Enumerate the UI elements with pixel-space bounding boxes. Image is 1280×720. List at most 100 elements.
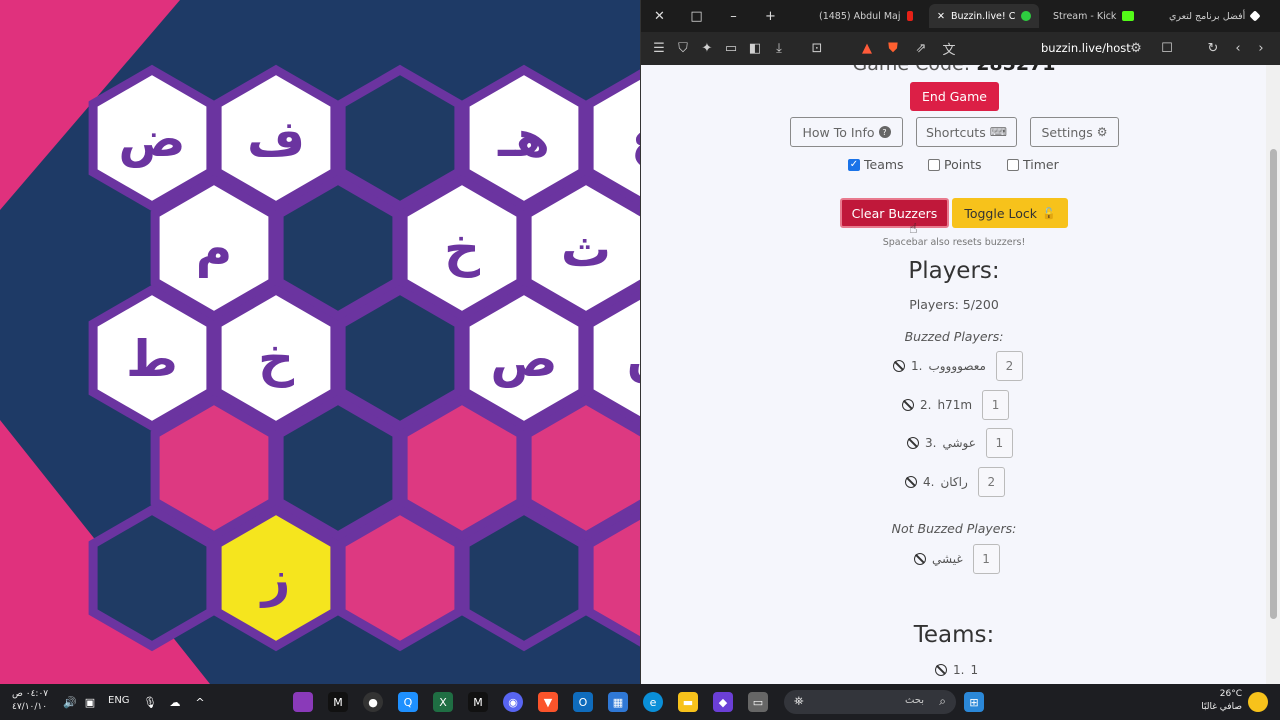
wallet-icon[interactable]: ▭ xyxy=(723,40,739,56)
onedrive-icon[interactable]: ☁ xyxy=(165,692,185,712)
network-icon[interactable]: ▣ xyxy=(80,692,100,712)
ban-icon[interactable] xyxy=(935,664,947,676)
toggle-lock-button[interactable]: Toggle Lock 🔓 xyxy=(952,198,1068,228)
ban-icon[interactable] xyxy=(905,476,917,488)
hex-cell[interactable] xyxy=(336,64,464,212)
screenshot-icon[interactable]: ⊡ xyxy=(809,40,825,56)
question-icon: ? xyxy=(878,126,891,138)
file-explorer-icon[interactable]: ▬ xyxy=(678,692,698,712)
maximize-icon[interactable]: □ xyxy=(678,0,715,32)
microphone-icon[interactable]: 🎙 xyxy=(140,692,160,712)
menu-icon[interactable]: ☰ xyxy=(651,40,667,56)
app-icon-14[interactable]: ▭ xyxy=(748,692,768,712)
volume-icon[interactable]: 🔊 xyxy=(60,692,80,712)
brave-shield-icon[interactable]: ⛊ xyxy=(885,40,901,56)
timer-option[interactable]: Timer xyxy=(1007,157,1059,172)
m365-icon[interactable]: ◆ xyxy=(713,692,733,712)
extensions-icon[interactable]: ✦ xyxy=(699,40,715,56)
discord-icon[interactable]: ◉ xyxy=(503,692,523,712)
tab-buzzin[interactable]: ✕ Buzzin.live! C xyxy=(929,4,1039,28)
site-settings-icon[interactable]: ⚙ xyxy=(1128,40,1144,56)
back-icon[interactable]: ‹ xyxy=(1230,40,1246,56)
kick-icon xyxy=(1122,11,1135,21)
hex-cell[interactable] xyxy=(398,394,526,542)
address-bar[interactable]: buzzin.live/host xyxy=(1041,41,1131,55)
player-team-box[interactable]: 2 xyxy=(977,467,1005,497)
clock[interactable]: ٠٤:٠٧ ص ٤٧/١٠/١٠ xyxy=(12,688,48,714)
end-game-button[interactable]: End Game xyxy=(910,82,999,111)
hex-cell[interactable] xyxy=(336,504,464,652)
translate-icon[interactable]: 文 xyxy=(941,40,957,58)
hex-cell[interactable] xyxy=(88,504,216,652)
player-team-box[interactable]: 1 xyxy=(985,428,1013,458)
tab-arabic[interactable]: أفضل برنامج لتعري xyxy=(1161,4,1273,28)
share-icon[interactable]: ⇗ xyxy=(913,40,929,56)
ban-icon[interactable] xyxy=(902,399,914,411)
game-board: ضفهـعمخثطخصنز xyxy=(0,0,640,684)
hex-cell[interactable] xyxy=(274,394,402,542)
clear-buzzers-button[interactable]: Clear Buzzers xyxy=(840,198,949,228)
close-tab-icon[interactable]: ✕ xyxy=(937,11,945,22)
settings-button[interactable]: Settings ⚙ xyxy=(1030,117,1119,147)
ban-icon[interactable] xyxy=(893,360,905,372)
lighthouse-icon: ⛯ xyxy=(794,694,804,708)
weather-temp: 26°C xyxy=(1219,689,1242,699)
shortcuts-button[interactable]: Shortcuts ⌨ xyxy=(916,117,1017,147)
unlock-icon: 🔓 xyxy=(1041,206,1056,220)
player-team-box[interactable]: 1 xyxy=(982,390,1010,420)
teams-option[interactable]: ✓ Teams xyxy=(848,157,904,172)
obs-icon[interactable]: ● xyxy=(363,692,383,712)
hex-cell[interactable] xyxy=(274,174,402,322)
brave-icon[interactable]: ▼ xyxy=(538,692,558,712)
player-team-box[interactable]: 1 xyxy=(972,544,1000,574)
ban-icon[interactable] xyxy=(907,437,919,449)
points-option[interactable]: Points xyxy=(928,157,982,172)
sidebar-icon[interactable]: ◧ xyxy=(747,40,763,56)
how-to-info-button[interactable]: How To Info ? xyxy=(790,117,903,147)
scroll-thumb[interactable] xyxy=(1270,149,1277,619)
tab-label: أفضل برنامج لتعري xyxy=(1169,10,1246,22)
player-team-box[interactable]: 2 xyxy=(995,351,1023,381)
close-window-icon[interactable]: ✕ xyxy=(641,0,678,32)
tab-kick[interactable]: Stream - Kick xyxy=(1045,4,1155,28)
taskbar-search[interactable]: ⛯ بحث ⌕ xyxy=(784,690,956,714)
new-tab-icon[interactable]: + xyxy=(752,0,789,32)
search-icon: ⌕ xyxy=(939,694,946,708)
app-icon-1[interactable] xyxy=(293,692,313,712)
excel-icon[interactable]: X xyxy=(433,692,453,712)
app-icon-2[interactable]: M xyxy=(328,692,348,712)
not-buzzed-players-title: Not Buzzed Players: xyxy=(891,521,1017,536)
hex-cell[interactable] xyxy=(460,504,588,652)
hex-cell[interactable] xyxy=(150,394,278,542)
forward-icon[interactable]: › xyxy=(1253,40,1269,56)
teams-label: Teams xyxy=(864,157,904,172)
team-row: 1. 1 xyxy=(935,655,988,684)
points-checkbox[interactable] xyxy=(928,158,940,171)
tab-youtube[interactable]: (1485) Abdul Maj xyxy=(811,4,921,28)
outlook-icon[interactable]: O xyxy=(573,692,593,712)
show-hidden-icons[interactable]: ^ xyxy=(190,692,210,712)
app-icon-4[interactable]: Q xyxy=(398,692,418,712)
edge-icon[interactable]: e xyxy=(643,692,663,712)
timer-checkbox[interactable] xyxy=(1007,158,1019,171)
game-code: Game Code: 285271 xyxy=(641,65,1267,75)
page-scrollbar[interactable] xyxy=(1266,65,1280,684)
language-indicator[interactable]: ENG xyxy=(108,695,130,706)
brave-rewards-icon[interactable]: ▲ xyxy=(859,40,875,56)
hex-cell[interactable] xyxy=(522,394,640,542)
hex-cell[interactable] xyxy=(336,284,464,432)
hex-letter: هـ xyxy=(497,110,550,168)
download-icon[interactable]: ⤓ xyxy=(771,40,787,56)
game-code-value: 285271 xyxy=(976,65,1055,75)
start-button-icon[interactable]: ⊞ xyxy=(964,692,984,712)
bookmark-icon[interactable]: ☐ xyxy=(1159,40,1175,56)
weather-widget[interactable]: 26°C صافي غالبًا xyxy=(1200,688,1242,714)
minimize-icon[interactable]: – xyxy=(715,0,752,32)
teams-checkbox[interactable]: ✓ xyxy=(848,158,860,171)
weather-sun-icon xyxy=(1248,692,1268,712)
store-icon[interactable]: ▦ xyxy=(608,692,628,712)
reload-icon[interactable]: ↻ xyxy=(1205,40,1221,56)
ban-icon[interactable] xyxy=(914,553,926,565)
shield-icon[interactable]: ⛉ xyxy=(675,40,691,56)
app-icon-6[interactable]: M xyxy=(468,692,488,712)
